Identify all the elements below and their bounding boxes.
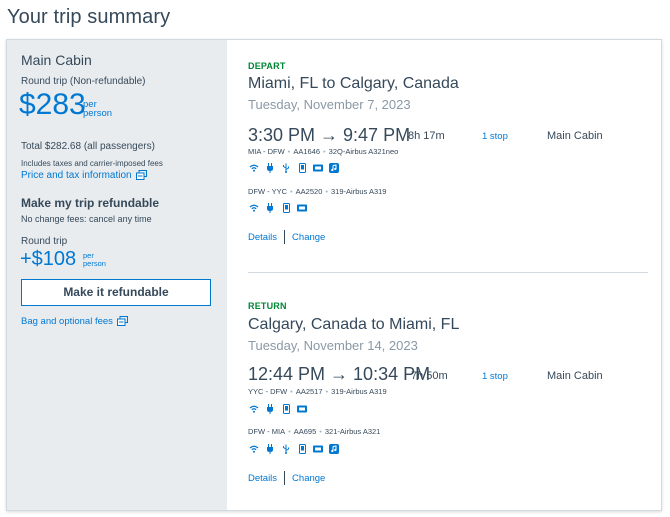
return-actions: Details Change	[248, 471, 325, 485]
device-icon	[281, 404, 291, 414]
device-icon	[281, 203, 291, 213]
depart-duration: 8h 17m	[408, 130, 445, 142]
device-icon	[297, 163, 307, 173]
total-price: Total $282.68 (all passengers)	[21, 141, 155, 152]
upsell-per-person-label: per person	[83, 251, 106, 268]
details-link[interactable]: Details	[248, 473, 277, 484]
no-change-fees-note: No change fees: cancel any time	[21, 214, 152, 224]
change-link[interactable]: Change	[292, 473, 325, 484]
price-per-person: $283	[19, 88, 86, 121]
price-tax-link[interactable]: Price and tax information	[21, 170, 147, 183]
power-icon	[265, 203, 275, 213]
usb-icon	[281, 444, 291, 454]
usb-icon	[281, 163, 291, 173]
wifi-icon	[249, 404, 259, 414]
bag-fees-link[interactable]: Bag and optional fees	[21, 316, 128, 329]
refundable-upsell-price: +$108	[20, 248, 77, 270]
segment-info: DFW - MIA • AA695 • 321-Airbus A321	[248, 427, 381, 436]
depart-date: Tuesday, November 7, 2023	[248, 97, 411, 112]
return-stops-link[interactable]: 1 stop	[482, 371, 508, 382]
external-link-icon	[135, 170, 147, 183]
segment-info: YYC - DFW • AA2517 • 319-Airbus A319	[248, 387, 387, 396]
amenities-row	[249, 203, 307, 213]
depart-cabin: Main Cabin	[547, 130, 603, 142]
segment-info: MIA - DFW • AA1646 • 32Q-Airbus A321neo	[248, 147, 399, 156]
return-cabin: Main Cabin	[547, 370, 603, 382]
power-icon	[265, 444, 275, 454]
tv-icon	[297, 203, 307, 213]
return-date: Tuesday, November 14, 2023	[248, 338, 418, 353]
details-link[interactable]: Details	[248, 232, 277, 243]
price-summary-panel: Main Cabin Round trip (Non-refundable) $…	[7, 40, 227, 510]
per-person-label: per person	[83, 99, 113, 119]
depart-label: DEPART	[248, 61, 286, 71]
return-duration: 7h 50m	[411, 370, 448, 382]
tv-icon	[297, 404, 307, 414]
refundable-title: Make my trip refundable	[21, 196, 160, 210]
trip-summary-card: Main Cabin Round trip (Non-refundable) $…	[6, 39, 662, 511]
link-divider	[284, 230, 286, 244]
link-divider	[284, 471, 286, 485]
return-route: Calgary, Canada to Miami, FL	[248, 316, 460, 333]
return-times: 12:44 PM → 10:34 PM	[248, 364, 431, 384]
entertainment-icon	[329, 163, 339, 173]
external-link-icon	[116, 316, 128, 329]
power-icon	[265, 163, 275, 173]
power-icon	[265, 404, 275, 414]
depart-stops-link[interactable]: 1 stop	[482, 131, 508, 142]
entertainment-icon	[329, 444, 339, 454]
wifi-icon	[249, 203, 259, 213]
page-title: Your trip summary	[7, 6, 171, 28]
make-it-refundable-button[interactable]: Make it refundable	[21, 279, 211, 306]
depart-actions: Details Change	[248, 230, 325, 244]
section-divider	[248, 272, 648, 273]
amenities-row	[249, 444, 339, 454]
trip-type: Round trip (Non-refundable)	[21, 76, 146, 87]
tv-icon	[313, 163, 323, 173]
amenities-row	[249, 404, 307, 414]
wifi-icon	[249, 163, 259, 173]
depart-route: Miami, FL to Calgary, Canada	[248, 75, 459, 92]
itinerary-panel: DEPART Miami, FL to Calgary, Canada Tues…	[227, 40, 661, 510]
return-label: RETURN	[248, 301, 287, 311]
wifi-icon	[249, 444, 259, 454]
amenities-row	[249, 163, 339, 173]
segment-info: DFW - YYC • AA2520 • 319-Airbus A319	[248, 187, 387, 196]
change-link[interactable]: Change	[292, 232, 325, 243]
device-icon	[297, 444, 307, 454]
taxes-note: Includes taxes and carrier-imposed fees	[21, 159, 163, 168]
round-trip-label: Round trip	[21, 236, 68, 247]
depart-times: 3:30 PM → 9:47 PM	[248, 125, 411, 145]
cabin-title: Main Cabin	[21, 52, 92, 68]
tv-icon	[313, 444, 323, 454]
